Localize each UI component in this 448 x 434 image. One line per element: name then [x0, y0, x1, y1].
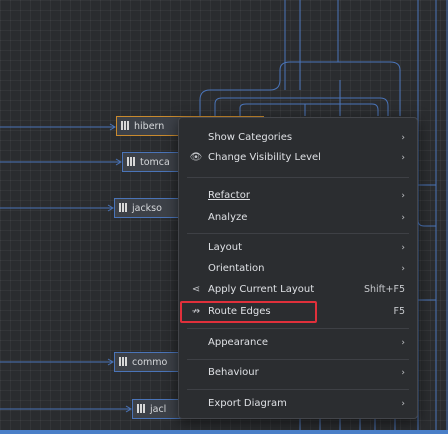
library-icon: [137, 404, 147, 413]
chevron-right-icon: ›: [401, 399, 405, 409]
menu-item-show-categories[interactable]: Show Categories ›: [179, 127, 417, 149]
library-icon: [119, 203, 129, 212]
menu-item-appearance[interactable]: Appearance ›: [179, 332, 417, 354]
eye-icon: 👁: [189, 152, 203, 163]
chevron-right-icon: ›: [401, 264, 405, 274]
node-jackson2[interactable]: jacl: [132, 399, 182, 419]
menu-item-refactor[interactable]: Refactor ›: [179, 185, 417, 207]
chevron-right-icon: ›: [401, 243, 405, 253]
menu-item-orientation[interactable]: Orientation ›: [179, 258, 417, 280]
library-icon: [121, 121, 131, 130]
menu-item-behaviour[interactable]: Behaviour ›: [179, 362, 417, 384]
menu-separator: [187, 389, 409, 390]
chevron-right-icon: ›: [401, 191, 405, 201]
context-menu: Show Categories › 👁 Change Visibility Le…: [178, 117, 418, 419]
chevron-right-icon: ›: [401, 213, 405, 223]
menu-separator: [187, 359, 409, 360]
route-edges-highlight: [180, 301, 317, 323]
menu-separator: [187, 177, 409, 178]
menu-item-export-diagram[interactable]: Export Diagram ›: [179, 393, 417, 415]
chevron-right-icon: ›: [401, 133, 405, 143]
node-commons[interactable]: commo: [114, 352, 182, 372]
node-jackson[interactable]: jackso: [114, 198, 182, 218]
chevron-right-icon: ›: [401, 153, 405, 163]
chevron-right-icon: ›: [401, 368, 405, 378]
node-tomcat[interactable]: tomca: [122, 152, 182, 172]
layout-icon: ⋖: [191, 284, 201, 295]
library-icon: [119, 357, 129, 366]
menu-item-apply-current-layout[interactable]: ⋖ Apply Current Layout Shift+F5: [179, 279, 417, 301]
shortcut-label: Shift+F5: [363, 284, 405, 295]
menu-item-layout[interactable]: Layout ›: [179, 237, 417, 259]
menu-separator: [187, 328, 409, 329]
menu-item-change-visibility-level[interactable]: 👁 Change Visibility Level ›: [179, 147, 417, 169]
menu-separator: [187, 233, 409, 234]
chevron-right-icon: ›: [401, 338, 405, 348]
bottom-accent-bar: [0, 430, 448, 434]
library-icon: [127, 157, 137, 166]
shortcut-label: F5: [393, 306, 405, 317]
menu-item-analyze[interactable]: Analyze ›: [179, 207, 417, 229]
